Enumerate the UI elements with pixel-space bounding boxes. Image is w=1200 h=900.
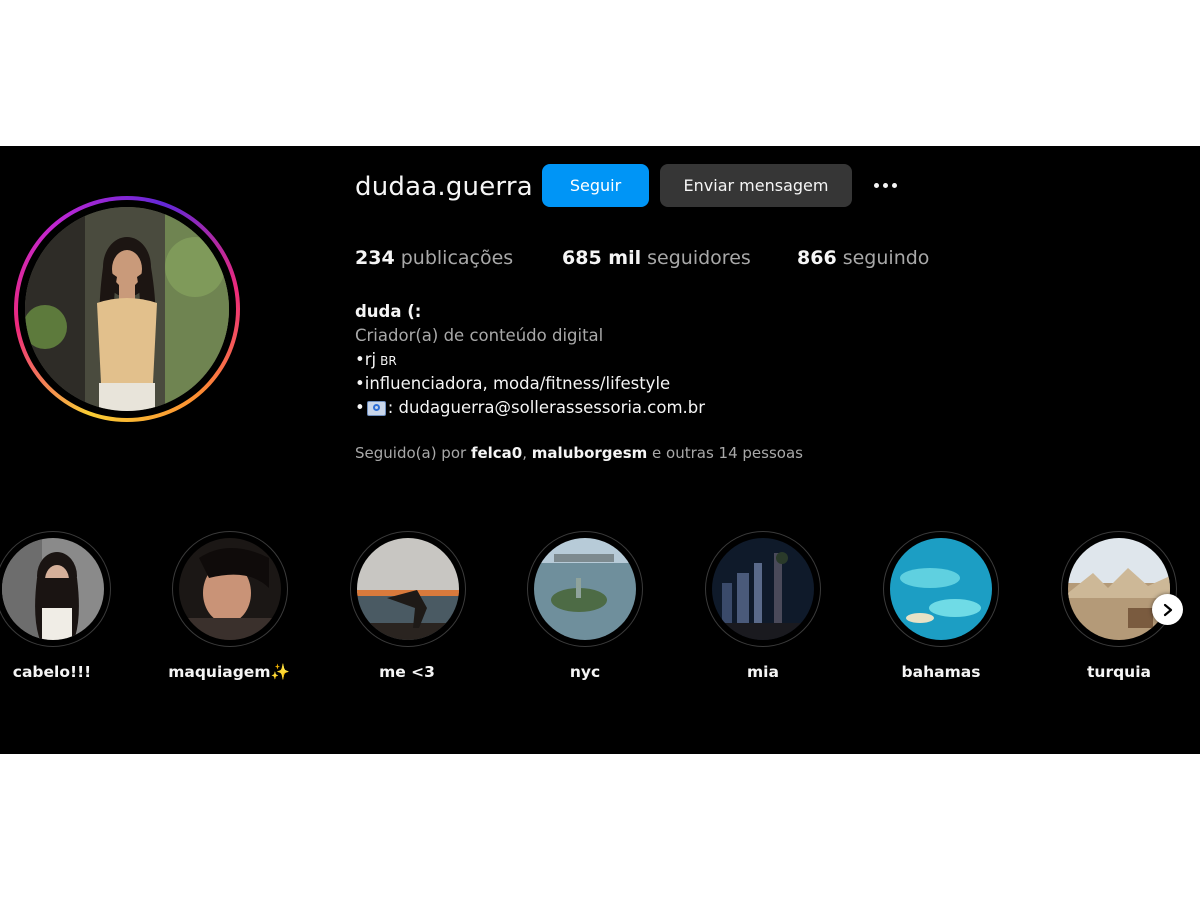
highlight-cover [534,538,636,640]
highlight-label: me <3 [379,663,435,681]
highlight-label: maquiagem✨ [168,663,290,681]
followed-by-user-2[interactable]: maluborgesm [532,444,647,462]
highlight-cover [890,538,992,640]
followed-by-user-1[interactable]: felca0 [471,444,522,462]
highlight-mia[interactable] [705,531,821,647]
bio-bullet: • [355,398,365,417]
highlight-bahamas[interactable] [883,531,999,647]
bio-line-location: •rj BR [355,350,397,369]
followers-stat[interactable]: 685 mil seguidores [562,247,751,269]
bio-location-text: •rj [355,350,377,369]
highlight-me[interactable] [350,531,466,647]
highlight-cover [357,538,459,640]
bio-category: Criador(a) de conteúdo digital [355,326,604,345]
profile-username: dudaa.guerra [355,172,533,202]
highlight-cover [1068,538,1170,640]
highlight-cover [179,538,281,640]
next-highlights-button[interactable] [1152,594,1183,625]
chevron-right-icon [1163,603,1172,616]
followers-count: 685 mil [562,247,642,269]
following-count: 866 [797,247,837,269]
following-label: seguindo [842,247,930,269]
followed-by[interactable]: Seguido(a) por felca0, maluborgesm e out… [355,444,803,462]
highlight-label: nyc [569,663,601,681]
highlight-maquiagem[interactable] [172,531,288,647]
highlight-label: mia [747,663,779,681]
posts-stat: 234 publicações [355,247,513,269]
highlight-cabelo[interactable] [0,531,111,647]
bio-line-description: •influenciadora, moda/fitness/lifestyle [355,374,671,393]
posts-count: 234 [355,247,395,269]
bio-line-email: • : dudaguerra@sollerassessoria.com.br [355,398,705,417]
highlight-label: cabelo!!! [12,663,92,681]
bio-name: duda (: [355,302,422,321]
highlight-cover [2,538,104,640]
highlight-turquia[interactable] [1061,531,1177,647]
posts-label: publicações [400,247,514,269]
more-options-icon[interactable] [868,172,902,198]
avatar-photo [25,207,229,411]
avatar[interactable] [25,207,229,411]
email-icon [366,401,386,416]
followers-label: seguidores [647,247,751,269]
highlight-label: bahamas [901,663,981,681]
highlight-label: turquia [1087,663,1151,681]
flag-br-icon: BR [380,354,397,368]
bio-email-text: : dudaguerra@sollerassessoria.com.br [387,398,706,417]
followed-by-prefix: Seguido(a) por [355,444,471,462]
following-stat[interactable]: 866 seguindo [797,247,929,269]
follow-button[interactable]: Seguir [542,164,649,207]
send-message-button[interactable]: Enviar mensagem [660,164,852,207]
highlight-nyc[interactable] [527,531,643,647]
followed-by-suffix: e outras 14 pessoas [647,444,803,462]
followed-by-separator: , [522,444,532,462]
highlight-cover [712,538,814,640]
